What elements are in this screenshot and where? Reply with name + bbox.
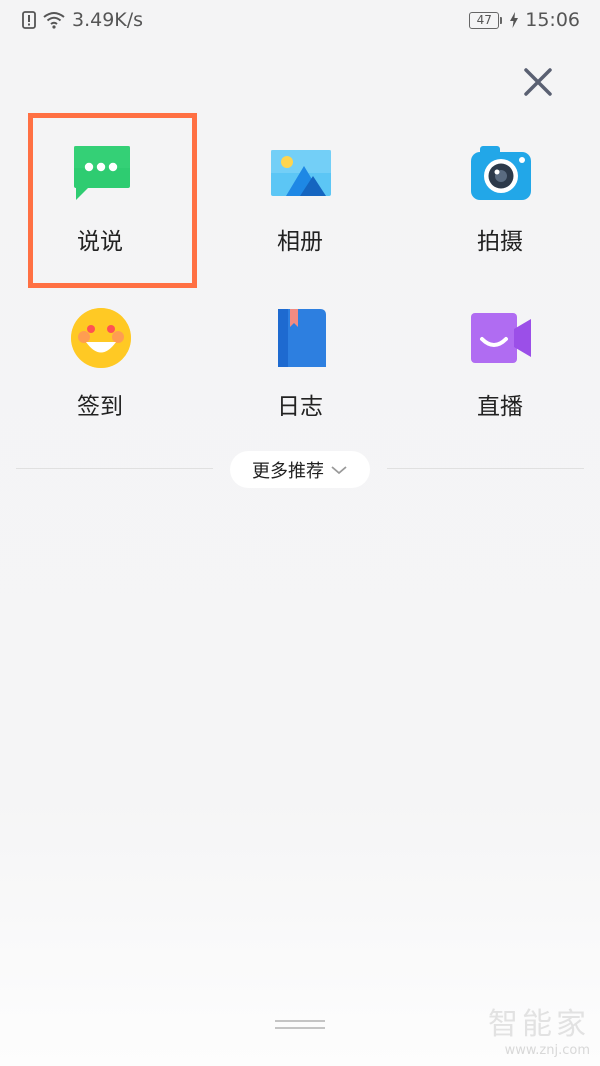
action-label: 签到 [77, 394, 123, 420]
action-label: 拍摄 [477, 229, 523, 255]
video-camera-icon [471, 313, 531, 363]
action-journal[interactable]: 日志 [200, 275, 400, 420]
battery-level: 47 [476, 12, 492, 27]
watermark-main: 智能家 [488, 1007, 590, 1042]
clock: 15:06 [525, 9, 580, 31]
action-live[interactable]: 直播 [400, 275, 600, 420]
status-right: 47 15:06 [469, 9, 580, 31]
journal-book-icon [278, 309, 326, 367]
watermark: 智能家 www.znj.com [488, 999, 590, 1058]
action-checkin[interactable]: 签到 [0, 275, 200, 420]
battery-icon: 47 [469, 11, 503, 29]
divider-left [16, 468, 213, 469]
wifi-icon [43, 12, 65, 29]
photo-album-icon [271, 150, 331, 196]
more-recommendations-button[interactable]: 更多推荐 [230, 451, 370, 488]
action-album[interactable]: 相册 [200, 110, 400, 255]
status-bar: 3.49K/s 47 15:06 [0, 0, 600, 42]
network-speed: 3.49K/s [72, 9, 144, 31]
drag-handle[interactable] [275, 1020, 325, 1032]
status-left: 3.49K/s [22, 9, 143, 31]
charging-bolt-icon [510, 12, 519, 28]
action-label: 说说 [77, 229, 123, 255]
camera-icon [471, 146, 531, 200]
more-label: 更多推荐 [252, 460, 324, 482]
watermark-sub: www.znj.com [504, 1043, 590, 1058]
speech-bubble-icon [74, 146, 130, 200]
action-label: 直播 [477, 394, 523, 420]
action-label: 日志 [277, 394, 323, 420]
smiley-face-icon [71, 308, 131, 368]
chevron-down-icon [331, 465, 347, 474]
action-label: 相册 [277, 229, 323, 255]
action-shoot[interactable]: 拍摄 [400, 110, 600, 255]
action-shuoshuo[interactable]: 说说 [0, 110, 200, 255]
close-icon [524, 68, 552, 96]
divider-right [387, 468, 584, 469]
alert-icon [22, 11, 36, 29]
close-button[interactable] [518, 62, 558, 102]
